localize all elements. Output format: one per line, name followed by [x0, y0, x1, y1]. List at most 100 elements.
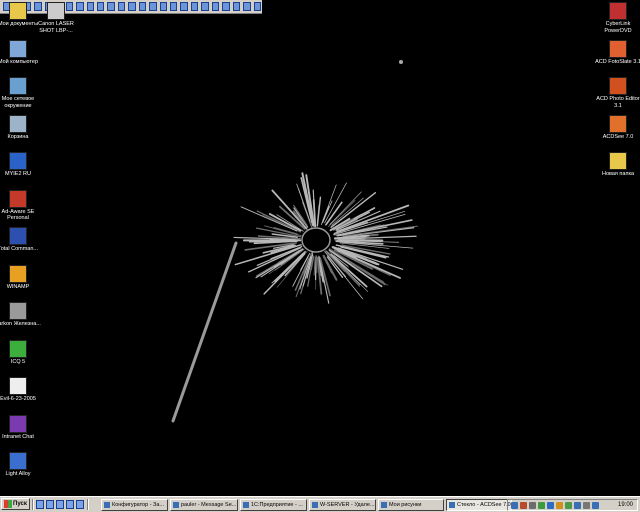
- tray-network-icon[interactable]: [511, 502, 518, 509]
- crack-shard: [316, 196, 322, 227]
- browser-icon[interactable]: [46, 500, 54, 509]
- desktop-icon-my-computer[interactable]: Мой компьютер: [0, 39, 44, 66]
- desktop-icon-acdsee[interactable]: ACDSee 7.0: [592, 114, 640, 141]
- tray-app-icon[interactable]: [547, 502, 554, 509]
- winamp-icon: [9, 264, 27, 283]
- folder-icon: [9, 2, 27, 20]
- desktop-icon-adaware[interactable]: Ad-Aware SE Personal: [0, 189, 44, 222]
- task-label: W-SERVER - Удале...: [320, 502, 375, 508]
- desktop-icon-acd-photo-editor[interactable]: ACD Photo Editor 3.1: [592, 77, 640, 109]
- explorer-icon[interactable]: [56, 500, 64, 509]
- desktop-icon-icq[interactable]: ICQ 5: [0, 339, 44, 366]
- start-button[interactable]: Пуск: [1, 498, 30, 510]
- desktop-icon-label: Корзина: [7, 133, 29, 140]
- tray-language-icon[interactable]: [592, 502, 599, 509]
- desktop-icon-label: CyberLink PowerDVD: [604, 21, 632, 34]
- icq-icon: [9, 339, 27, 358]
- show-desktop-icon[interactable]: [36, 500, 44, 509]
- tray-volume-icon[interactable]: [583, 502, 590, 509]
- document-icon: [9, 377, 27, 395]
- taskbar-separator: [87, 499, 89, 510]
- task-label: 1С:Предприятие - ...: [251, 502, 303, 508]
- desktop-icon-label: ACD FotoSlate 3.1: [595, 58, 640, 65]
- task-label: pauler - Message Se...: [181, 502, 237, 508]
- taskbar-task-button[interactable]: Мои рисунки: [378, 499, 444, 511]
- tray-app-icon[interactable]: [529, 502, 536, 509]
- taskbar-separator: [32, 499, 34, 510]
- tray-icq-icon[interactable]: [538, 502, 545, 509]
- desktop-icon-new-folder[interactable]: Новая папка: [592, 152, 640, 178]
- desktop-icon-intranet-chat[interactable]: Intranet Chat: [0, 414, 44, 441]
- acdsee-icon: [609, 114, 627, 133]
- desktop-icon-label: Мое сетевое окружение: [1, 96, 35, 109]
- desktop-icon-label: Мой компьютер: [0, 58, 39, 65]
- desktop-icon-label: Canon LASER SHOT LBP-...: [38, 21, 74, 34]
- desktop-icon-evil-doc[interactable]: Evil-6-23-2005: [0, 377, 44, 403]
- desktop-icon-label: Intranet Chat: [2, 433, 34, 440]
- tray-app-icon[interactable]: [574, 502, 581, 509]
- clock[interactable]: 19:00: [618, 500, 633, 510]
- app-icon[interactable]: [76, 500, 84, 509]
- taskbar-task-button[interactable]: 1С:Предприятие - ...: [240, 499, 307, 511]
- desktop-icon-yarkon[interactable]: Yarkon Железна...: [0, 302, 44, 328]
- desktop-icon-label: Light Alloy: [5, 471, 31, 477]
- taskbar-task-button[interactable]: W-SERVER - Удале...: [309, 499, 376, 511]
- desktop-icon-label: MYIE2 RU: [5, 171, 31, 177]
- taskbar-task-button[interactable]: Стекло - ACDSee 7.0: [446, 499, 512, 511]
- crack-impact-hole: [301, 227, 331, 253]
- task-app-icon: [173, 502, 179, 508]
- fotoslate-icon: [609, 39, 627, 58]
- browser-icon: [9, 152, 27, 170]
- system-tray: 19:00: [507, 499, 638, 511]
- task-app-icon: [449, 502, 455, 508]
- taskbar-task-button[interactable]: pauler - Message Se...: [170, 499, 238, 511]
- desktop-icon-acd-fotoslate[interactable]: ACD FotoSlate 3.1: [592, 39, 640, 66]
- desktop-icon-label: ACDSee 7.0: [602, 133, 634, 140]
- desktop-icon-total-commander[interactable]: Total Comman...: [0, 227, 44, 253]
- recycle-bin-icon: [9, 114, 27, 133]
- wallpaper-cracked-glass: [171, 60, 418, 423]
- desktop-icon-label: Total Comman...: [0, 246, 39, 252]
- taskbar-task-button[interactable]: Конфигуратор - Зa...: [101, 499, 168, 511]
- chat-icon: [9, 414, 27, 433]
- desktop-icon-label: Evil-6-23-2005: [0, 396, 36, 402]
- crack-dot: [399, 60, 403, 64]
- desktop-icon-powerdvd[interactable]: CyberLink PowerDVD: [592, 2, 640, 34]
- desktop-icon-label: Новая папка: [601, 171, 635, 177]
- windows-logo-icon: [4, 500, 12, 508]
- crack-shard: [324, 182, 347, 224]
- taskbar: Пуск Конфигуратор - Зa... pauler - Messag…: [0, 496, 640, 512]
- desktop-icon-canon[interactable]: Canon LASER SHOT LBP-...: [30, 2, 82, 34]
- tray-app-icon[interactable]: [565, 502, 572, 509]
- task-label: Стекло - ACDSee 7.0: [457, 502, 511, 508]
- desktop-icon-winamp[interactable]: WINAMP: [0, 264, 44, 291]
- total-commander-icon: [9, 227, 27, 245]
- task-label: Мои рисунки: [389, 502, 422, 508]
- start-label: Пуск: [13, 501, 27, 507]
- desktop-icon-label: WINAMP: [6, 283, 30, 290]
- folder-icon: [609, 152, 627, 170]
- desktop-icon-label: ACD Photo Editor 3.1: [596, 96, 640, 109]
- adaware-icon: [9, 189, 27, 208]
- printer-icon: [47, 2, 65, 20]
- network-icon: [9, 77, 27, 95]
- task-label: Конфигуратор - Зa...: [112, 502, 165, 508]
- desktop-icon-label: Ad-Aware SE Personal: [1, 208, 35, 222]
- desktop-icon-light-alloy[interactable]: Light Alloy: [0, 452, 44, 478]
- tray-app-icon[interactable]: [556, 502, 563, 509]
- desktop-icon-network[interactable]: Мое сетевое окружение: [0, 77, 44, 109]
- desktop-icon-recycle-bin[interactable]: Корзина: [0, 114, 44, 141]
- computer-icon: [9, 39, 27, 58]
- task-app-icon: [312, 502, 318, 508]
- media-icon[interactable]: [66, 500, 74, 509]
- task-app-icon: [381, 502, 387, 508]
- desktop-icon-label: ICQ 5: [10, 358, 26, 365]
- tray-app-icon[interactable]: [520, 502, 527, 509]
- desktop-icon-myie2[interactable]: MYIE2 RU: [0, 152, 44, 178]
- photo-editor-icon: [609, 77, 627, 95]
- task-app-icon: [104, 502, 110, 508]
- task-app-icon: [243, 502, 249, 508]
- desktop-icon-label: Yarkon Железна...: [0, 321, 41, 327]
- hardware-icon: [9, 302, 27, 320]
- crack-shard: [313, 256, 316, 276]
